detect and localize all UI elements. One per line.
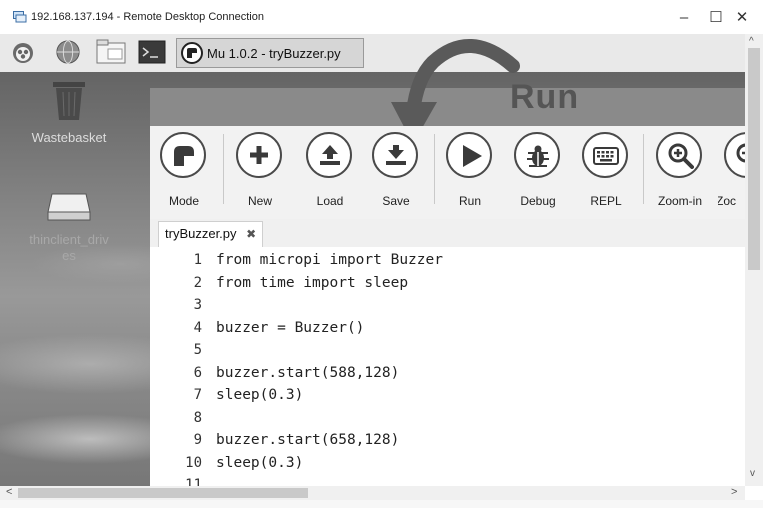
scroll-up-icon[interactable]: ^ — [749, 36, 754, 47]
zoom-in-label: Zoom-in — [657, 194, 702, 208]
zoom-out-button-circle — [724, 132, 745, 178]
mode-icon — [174, 146, 194, 166]
code-line[interactable]: buzzer.start(588,128) — [216, 365, 399, 381]
load-icon — [320, 145, 340, 165]
wastebasket-icon — [53, 82, 85, 120]
terminal-icon[interactable] — [138, 39, 166, 65]
taskbar-mu-window-button[interactable]: Mu 1.0.2 - tryBuzzer.py — [176, 38, 364, 68]
mu-icon — [181, 42, 203, 64]
zoom-out-icon — [736, 143, 745, 163]
desktop-icon-drive[interactable]: thinclient_driv es — [14, 190, 124, 290]
zoom-in-icon — [668, 143, 694, 169]
save-label: Save — [382, 194, 410, 208]
window-bottom-edge — [0, 500, 763, 508]
tab-trybuzzer[interactable]: tryBuzzer.py ✖ — [158, 221, 264, 247]
toolbar-separator — [434, 134, 435, 204]
line-number: 6 — [193, 364, 202, 381]
scroll-left-icon[interactable]: < — [6, 486, 12, 498]
minimize-button[interactable]: – — [672, 8, 696, 28]
maximize-button[interactable]: ☐ — [704, 8, 728, 28]
code-line[interactable]: sleep(0.3) — [216, 455, 303, 471]
tab-close-icon[interactable]: ✖ — [246, 227, 256, 241]
line-number: 1 — [193, 252, 202, 268]
repl-button-circle — [582, 132, 628, 178]
vertical-scrollbar[interactable]: ^ v — [745, 34, 763, 486]
code-line[interactable]: from time import sleep — [216, 275, 408, 291]
load-button-circle — [306, 132, 352, 178]
repl-button[interactable]: REPL — [576, 132, 636, 212]
mode-label: Mode — [168, 194, 200, 208]
code-editor[interactable]: 1 2 3 4 5 6 7 8 9 10 11 from micropi import Buzzer… — [150, 247, 745, 486]
web-browser-icon[interactable] — [54, 39, 82, 65]
remote-desktop-area: Mu 1.0.2 - tryBuzzer.py Wastebasket thin… — [0, 34, 745, 486]
editor-tab-bar: tryBuzzer.py ✖ — [150, 219, 745, 247]
file-manager-icon[interactable] — [96, 39, 128, 65]
line-number: 7 — [193, 387, 202, 403]
line-number-gutter: 1 2 3 4 5 6 7 8 9 10 11 — [150, 247, 202, 486]
play-icon — [463, 145, 482, 167]
desktop-icon-wastebasket[interactable]: Wastebasket — [14, 80, 124, 160]
mode-button-circle — [160, 132, 206, 178]
code-line[interactable]: buzzer.start(658,128) — [216, 432, 399, 448]
mode-button[interactable]: Mode — [154, 132, 214, 212]
line-number: 10 — [185, 454, 202, 471]
keyboard-icon — [593, 147, 619, 165]
save-button-circle — [372, 132, 418, 178]
load-button[interactable]: Load — [300, 132, 360, 212]
line-number: 5 — [193, 342, 202, 358]
scroll-right-icon[interactable]: > — [731, 486, 737, 498]
new-button[interactable]: New — [230, 132, 290, 212]
horizontal-scroll-thumb[interactable] — [18, 488, 308, 498]
zoom-out-button[interactable]: Zoc — [718, 132, 745, 212]
line-number: 11 — [185, 477, 202, 486]
plus-icon — [250, 146, 268, 164]
run-button-circle — [446, 132, 492, 178]
pi-taskbar: Mu 1.0.2 - tryBuzzer.py — [0, 34, 745, 72]
drive-icon — [47, 193, 91, 221]
raspberry-menu-icon[interactable] — [10, 39, 36, 65]
load-label: Load — [316, 194, 344, 208]
code-line[interactable]: from micropi import Buzzer — [216, 252, 443, 268]
zoom-in-button-circle — [656, 132, 702, 178]
debug-button-circle — [514, 132, 560, 178]
repl-label: REPL — [590, 194, 622, 208]
zoom-in-button[interactable]: Zoom-in — [650, 132, 710, 212]
tab-label: tryBuzzer.py — [165, 226, 237, 241]
line-number: 4 — [193, 319, 202, 336]
line-number: 3 — [193, 297, 202, 313]
run-label: Run — [458, 194, 481, 208]
toolbar-separator — [223, 134, 224, 204]
vertical-scroll-thumb[interactable] — [748, 48, 760, 270]
zoom-out-label: Zoc — [718, 194, 737, 208]
code-line[interactable]: buzzer = Buzzer() — [216, 320, 364, 336]
desktop-icon-label: thinclient_driv es — [29, 232, 109, 263]
debug-label: Debug — [520, 194, 556, 208]
rdp-title-bar: 192.168.137.194 - Remote Desktop Connect… — [0, 0, 763, 34]
new-button-circle — [236, 132, 282, 178]
window-title: 192.168.137.194 - Remote Desktop Connect… — [31, 11, 264, 23]
horizontal-scrollbar[interactable]: < > — [0, 486, 745, 500]
save-icon — [386, 145, 406, 165]
toolbar-separator — [643, 134, 644, 204]
line-number: 8 — [193, 409, 202, 426]
taskbar-window-label: Mu 1.0.2 - tryBuzzer.py — [207, 46, 341, 61]
code-line[interactable]: sleep(0.3) — [216, 387, 303, 403]
desktop-icon-label: Wastebasket — [31, 130, 107, 145]
scroll-down-icon[interactable]: v — [750, 468, 755, 479]
bug-icon — [527, 145, 549, 167]
save-button[interactable]: Save — [366, 132, 426, 212]
line-number: 2 — [193, 274, 202, 291]
line-number: 9 — [193, 432, 202, 448]
debug-button[interactable]: Debug — [508, 132, 568, 212]
run-button[interactable]: Run — [440, 132, 500, 212]
mu-toolbar: Mode New Load Save Run Debug REPL Zoom-i… — [150, 126, 745, 219]
remote-desktop-icon — [13, 11, 27, 23]
new-label: New — [247, 194, 272, 208]
close-button[interactable]: ✕ — [730, 8, 754, 28]
